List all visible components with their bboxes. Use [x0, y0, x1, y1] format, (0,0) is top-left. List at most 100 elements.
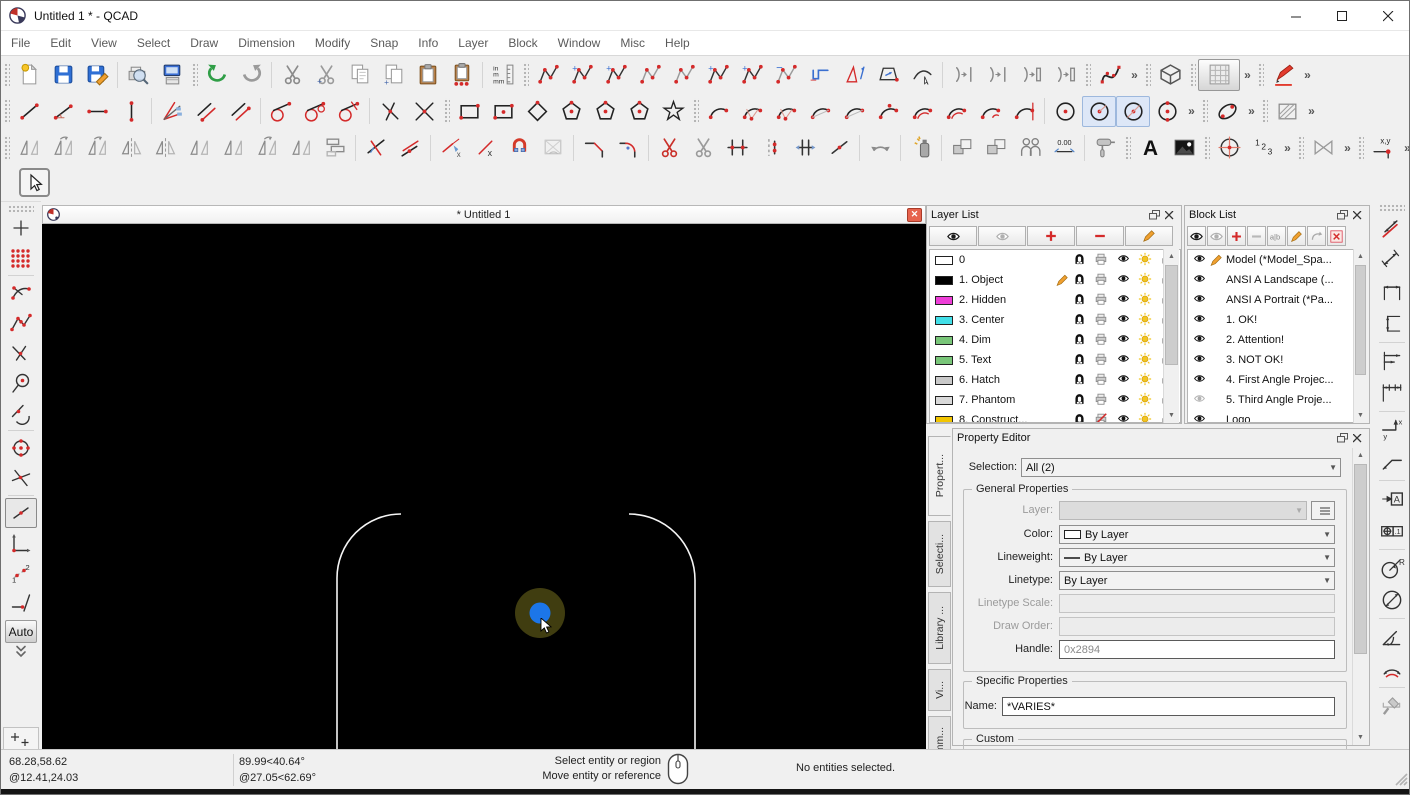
line-cross-4-button[interactable] [373, 96, 407, 127]
layer-row[interactable]: 3. Center [930, 310, 1180, 330]
show-all-eye-button[interactable] [929, 226, 977, 246]
close-panel-icon[interactable] [1350, 209, 1365, 222]
divide-dot-line-button[interactable] [822, 132, 856, 163]
menu-dimension[interactable]: Dimension [228, 31, 305, 56]
block-row[interactable]: 5. Third Angle Proje... [1188, 390, 1354, 410]
viewport-gray-button[interactable] [1306, 132, 1340, 163]
line-2-points-button[interactable] [12, 96, 46, 127]
polygon-2-sides-button[interactable] [622, 96, 656, 127]
print-icon[interactable] [1094, 352, 1116, 369]
spline-edit-button[interactable] [1093, 59, 1127, 90]
polyline-from-segments-button[interactable] [531, 59, 565, 90]
block-row[interactable]: 3. NOT OK! [1188, 350, 1354, 370]
maximize-button[interactable] [1319, 1, 1365, 31]
convert-seg-seg2-button[interactable] [1048, 59, 1082, 90]
block-list-scrollbar[interactable]: ▲ ▼ [1353, 249, 1367, 423]
grid-toggle-button[interactable] [1198, 58, 1240, 91]
visibility-eye-icon[interactable] [1192, 412, 1209, 422]
offset-copies-button[interactable] [182, 132, 216, 163]
snap-lock-icon[interactable] [1073, 252, 1094, 269]
dock-tab-library[interactable]: Library ... [928, 592, 951, 664]
snap-grid-button[interactable] [5, 243, 37, 273]
corner-trim-button[interactable] [577, 132, 611, 163]
dim-vertical-button[interactable] [1376, 308, 1408, 340]
snap-lock-icon[interactable] [1073, 272, 1094, 289]
toolbar-drag-handle[interactable] [1201, 98, 1208, 124]
document-close-button[interactable]: ✕ [907, 207, 922, 222]
edit-layer-pencil-button[interactable] [1125, 226, 1173, 246]
toolbar-overflow-button[interactable]: » [1300, 68, 1315, 82]
arc-2-points-button[interactable] [701, 96, 735, 127]
dim-edit-button[interactable] [1376, 690, 1408, 722]
snap-distances-button[interactable]: 12 [5, 558, 37, 588]
arc-chord-length-button[interactable] [837, 96, 871, 127]
rotate-axis-button[interactable] [250, 132, 284, 163]
line-bisector-button[interactable] [155, 96, 189, 127]
toolbar-overflow-button[interactable]: » [1240, 68, 1255, 82]
layer-row[interactable]: 2. Hidden [930, 290, 1180, 310]
stretch-dotted-button[interactable] [754, 132, 788, 163]
print-icon[interactable] [1094, 332, 1116, 349]
dim-ordinate-button[interactable]: xy [1376, 414, 1408, 446]
menu-edit[interactable]: Edit [40, 31, 81, 56]
float-panel-icon[interactable] [1335, 432, 1350, 445]
line-parallel-button[interactable] [223, 96, 257, 127]
toolbar-overflow-button[interactable]: » [1400, 141, 1409, 155]
snap-free-button[interactable] [5, 213, 37, 243]
snap-lock-icon[interactable] [1073, 332, 1094, 349]
polygon-center-corner-button[interactable] [554, 96, 588, 127]
paint-roller-button[interactable] [1088, 132, 1122, 163]
snap-lock-icon[interactable] [1073, 352, 1094, 369]
polyline-remove-node-minus-button[interactable]: − [769, 59, 803, 90]
close-block-x-button[interactable] [1327, 226, 1346, 246]
toolbar-drag-handle[interactable] [1257, 61, 1264, 88]
polyline-delete-node-button[interactable] [633, 59, 667, 90]
dim-leader-button[interactable] [1376, 446, 1408, 478]
trim-both-plus-button[interactable] [720, 132, 754, 163]
scroll-up-icon[interactable]: ▲ [1353, 448, 1368, 463]
print-screen-button[interactable] [155, 59, 189, 90]
align-reference-button[interactable] [318, 132, 352, 163]
explode-spray-can-button[interactable] [904, 132, 938, 163]
snap-intersection-manual-button[interactable] [5, 463, 37, 493]
arc-chord-height-button[interactable] [803, 96, 837, 127]
document-title-bar[interactable]: * Untitled 1 ✕ [42, 205, 926, 224]
dim-arc-button[interactable] [1376, 653, 1408, 685]
menu-misc[interactable]: Misc [610, 31, 655, 56]
remove-block-minus-button[interactable] [1247, 226, 1266, 246]
sun-icon[interactable] [1138, 312, 1160, 329]
snap-on-entity-button[interactable] [5, 308, 37, 338]
cut-button[interactable] [275, 59, 309, 90]
convert-arc-line-button[interactable] [946, 59, 980, 90]
polyline-arc-node-plus-button[interactable]: + [735, 59, 769, 90]
toolbar-drag-handle[interactable] [443, 98, 450, 124]
menu-help[interactable]: Help [655, 31, 700, 56]
visibility-eye-icon[interactable] [1192, 372, 1209, 388]
snap-lock-icon[interactable] [1073, 392, 1094, 409]
show-all-eye-button[interactable] [1187, 226, 1206, 246]
visibility-eye-icon[interactable] [1192, 312, 1209, 328]
drawing-unit-converter-button[interactable]: in m mm [486, 59, 520, 90]
toolbar-drag-handle[interactable] [522, 61, 529, 88]
menu-select[interactable]: Select [127, 31, 180, 56]
menu-layer[interactable]: Layer [448, 31, 498, 56]
polyline-prepend-node-button[interactable]: + [599, 59, 633, 90]
block-row[interactable]: 1. OK! [1188, 310, 1354, 330]
polyline-append-node-button[interactable]: + [565, 59, 599, 90]
edit-block-pencil-button[interactable] [1287, 226, 1306, 246]
toolbar-drag-handle[interactable] [692, 98, 699, 124]
relative-zero-button[interactable] [3, 727, 39, 751]
toolbar-overflow-button[interactable]: » [1244, 104, 1259, 118]
circle-2-points-button[interactable] [1150, 96, 1184, 127]
coordinate-xy-button[interactable]: x,y [1366, 132, 1400, 163]
scroll-down-icon[interactable]: ▼ [1353, 730, 1368, 745]
new-file-button[interactable] [12, 59, 46, 90]
name-input[interactable]: *VARIES* [1002, 697, 1335, 716]
visibility-eye-icon[interactable] [1192, 392, 1209, 408]
sun-icon[interactable] [1138, 252, 1160, 269]
cut-scissors-gray-button[interactable] [686, 132, 720, 163]
insert-block-arrow-button[interactable] [1307, 226, 1326, 246]
snap-lock-icon[interactable] [1073, 312, 1094, 329]
line-cross-x-button[interactable] [407, 96, 441, 127]
line-vertical-button[interactable] [114, 96, 148, 127]
